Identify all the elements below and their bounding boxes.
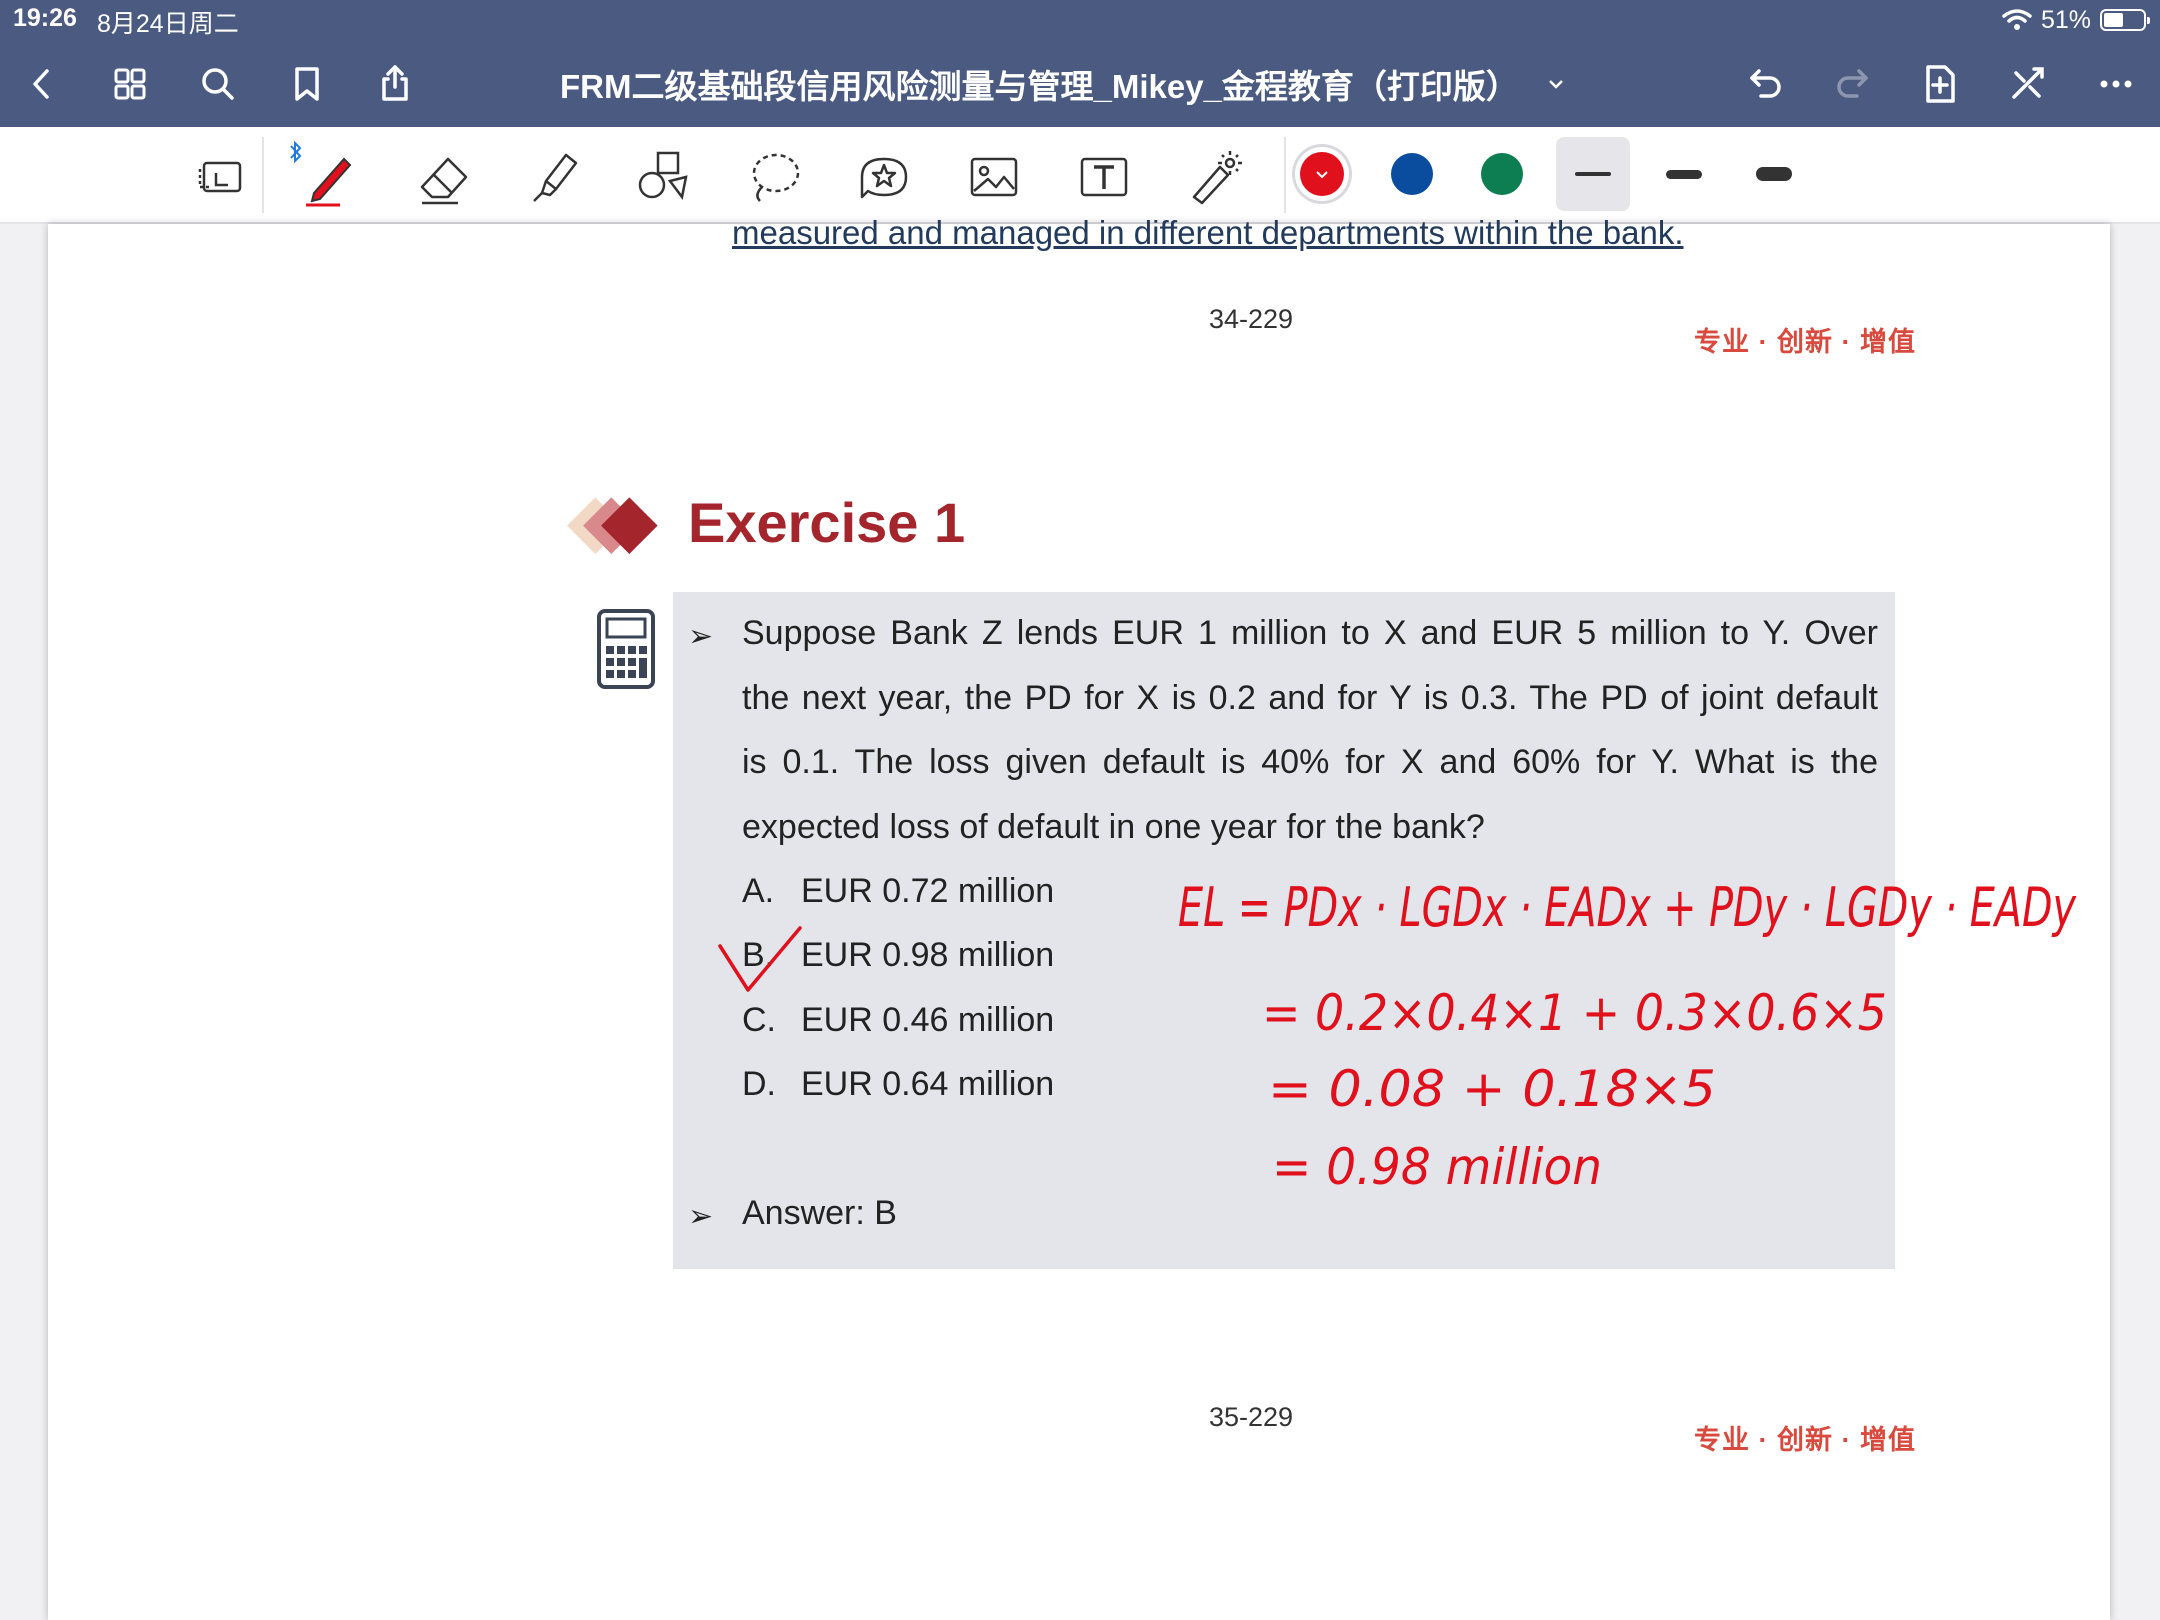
redo-button[interactable] xyxy=(1824,56,1880,112)
shapes-icon xyxy=(638,151,688,200)
bookmark-button[interactable] xyxy=(279,56,335,112)
status-date: 8月24日周二 xyxy=(97,10,239,38)
question-line: expected loss of default in one year for… xyxy=(742,808,1485,846)
bookmark-icon xyxy=(295,67,319,101)
document-page[interactable]: measured and managed in different depart… xyxy=(48,214,2110,1620)
stroke-width-thick[interactable] xyxy=(1756,167,1792,181)
previous-page-text: measured and managed in different depart… xyxy=(732,214,1684,251)
back-button[interactable] xyxy=(14,56,70,112)
chevron-down-icon xyxy=(1549,80,1563,89)
question-line: Suppose Bank Z lends EUR 1 million to X … xyxy=(742,614,1878,652)
eraser-tool[interactable] xyxy=(410,143,478,211)
lasso-page-icon xyxy=(198,161,242,193)
stroke-width-thin[interactable] xyxy=(1556,137,1630,211)
pen-icon xyxy=(306,157,352,207)
battery-icon xyxy=(2100,9,2150,31)
highlighter-icon xyxy=(533,153,578,202)
page-lasso-tool[interactable] xyxy=(188,143,256,211)
eraser-icon xyxy=(420,157,468,205)
calculator-icon xyxy=(597,609,655,689)
watermark-bottom: 专业 · 创新 · 增值 xyxy=(1694,1425,1916,1455)
more-icon xyxy=(2100,80,2132,88)
image-tool[interactable] xyxy=(960,143,1028,211)
laser-pointer-tool[interactable] xyxy=(1180,143,1248,211)
bluetooth-icon xyxy=(290,140,302,164)
share-button[interactable] xyxy=(367,56,423,112)
page-number-top: 34-229 xyxy=(1208,304,1294,334)
more-button[interactable] xyxy=(2088,56,2144,112)
exercise-title: Exercise 1 xyxy=(688,491,966,554)
share-icon xyxy=(382,65,408,101)
color-swatch-blue[interactable] xyxy=(1391,153,1433,195)
sticker-icon xyxy=(860,157,908,199)
sticker-tool[interactable] xyxy=(850,143,918,211)
option-a-text: EUR 0.72 million xyxy=(801,872,1055,910)
app-header: 19:26 8月24日周二 51% FRM二级基础段信用风险测量与管理_Mike… xyxy=(0,0,2160,127)
lasso-icon xyxy=(752,153,800,202)
option-d-letter: D. xyxy=(742,1065,776,1103)
bullet-arrow-icon: ➢ xyxy=(688,620,714,653)
status-time: 19:26 xyxy=(13,4,77,32)
wifi-icon xyxy=(2002,9,2032,30)
pen-tool[interactable] xyxy=(296,143,364,211)
redo-icon xyxy=(1837,69,1868,98)
laser-pointer-icon xyxy=(1192,151,1242,205)
toolbar-divider xyxy=(262,137,264,213)
watermark-top: 专业 · 创新 · 增值 xyxy=(1694,327,1916,357)
color-swatch-green[interactable] xyxy=(1481,153,1523,195)
option-c-text: EUR 0.46 million xyxy=(801,1001,1055,1039)
grid-icon xyxy=(114,68,146,100)
highlighter-tool[interactable] xyxy=(520,143,588,211)
document-title-text: FRM二级基础段信用风险测量与管理_Mikey_金程教育（打印版） xyxy=(560,68,1519,105)
search-button[interactable] xyxy=(190,56,246,112)
toolbar-divider xyxy=(1284,137,1286,213)
bullet-arrow-icon: ➢ xyxy=(688,1200,714,1233)
stroke-width-medium[interactable] xyxy=(1666,170,1702,179)
document-title[interactable]: FRM二级基础段信用风险测量与管理_Mikey_金程教育（打印版） xyxy=(560,60,1640,108)
text-box-icon xyxy=(1080,157,1128,197)
option-b-text: EUR 0.98 million xyxy=(801,936,1055,974)
chevron-left-icon xyxy=(33,69,49,99)
image-icon xyxy=(970,157,1018,197)
shapes-tool[interactable] xyxy=(630,143,698,211)
option-a-letter: A. xyxy=(742,872,775,910)
page-number-bottom: 35-229 xyxy=(1208,1402,1294,1432)
lasso-tool[interactable] xyxy=(740,143,808,211)
undo-icon xyxy=(1750,69,1781,98)
question-line: is 0.1. The loss given default is 40% fo… xyxy=(742,743,1878,781)
option-b-letter: B. xyxy=(742,936,775,974)
text-box-tool[interactable] xyxy=(1070,143,1138,211)
add-page-icon xyxy=(1926,65,1955,103)
status-right: 51% xyxy=(2002,4,2150,36)
search-icon xyxy=(202,68,234,100)
undo-button[interactable] xyxy=(1738,56,1794,112)
close-tools-button[interactable] xyxy=(1999,56,2055,112)
battery-percent: 51% xyxy=(2040,5,2091,34)
option-c-letter: C. xyxy=(742,1001,776,1039)
answer-text: Answer: B xyxy=(742,1194,897,1232)
add-page-button[interactable] xyxy=(1912,56,1968,112)
question-line: the next year, the PD for X is 0.2 and f… xyxy=(742,679,1878,717)
chevron-down-icon xyxy=(1316,171,1328,179)
pages-grid-button[interactable] xyxy=(102,56,158,112)
close-tools-icon xyxy=(2012,67,2044,99)
option-d-text: EUR 0.64 million xyxy=(801,1065,1055,1103)
